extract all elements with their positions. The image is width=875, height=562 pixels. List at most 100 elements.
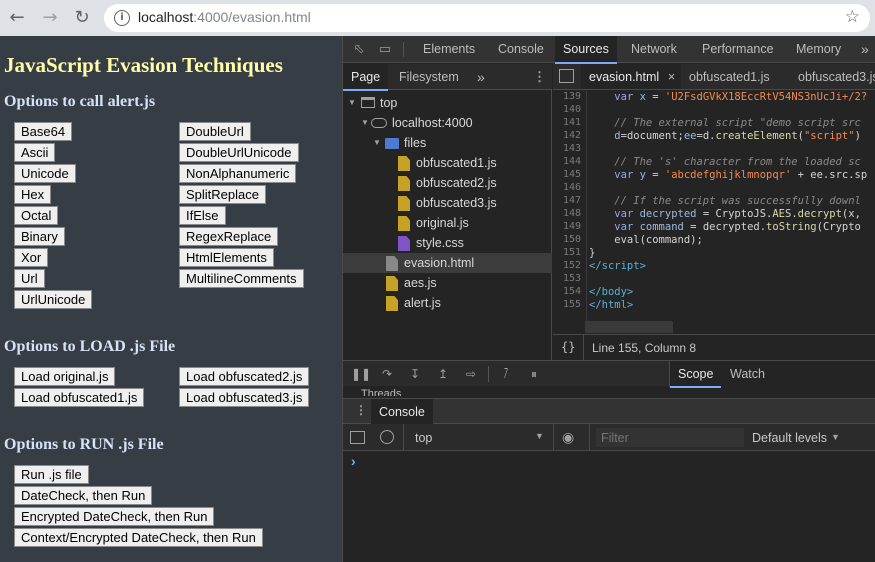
editor-tab-obfuscated1[interactable]: obfuscated1.js <box>681 64 778 89</box>
pause-icon[interactable]: ❚❚ <box>351 366 371 382</box>
tab-network[interactable]: Network <box>623 36 685 63</box>
drawer-tab-console[interactable]: Console <box>371 399 433 426</box>
step-over-icon[interactable]: ↷ <box>379 366 395 382</box>
line-gutter[interactable]: 139 140 141 142 143 144 145 146 147 148 … <box>553 91 587 321</box>
log-levels-dropdown[interactable]: Default levels <box>752 431 827 445</box>
step-into-icon[interactable]: ↧ <box>407 366 423 382</box>
regexreplace-button[interactable]: RegexReplace <box>179 227 279 246</box>
editor-tab-obfuscated3[interactable]: obfuscated3.js <box>790 64 875 89</box>
multilinecomments-button[interactable]: MultilineComments <box>179 269 304 288</box>
tab-watch[interactable]: Watch <box>722 361 773 387</box>
console-sidebar-icon[interactable] <box>350 431 365 444</box>
code-line: var x = 'U2FsdGVkX18EccRtV54NS3nUcJi+/2? <box>614 91 868 103</box>
load-original-button[interactable]: Load original.js <box>14 367 116 386</box>
address-bar[interactable]: i localhost:4000/evasion.html ☆ <box>104 4 870 32</box>
tree-label: obfuscated1.js <box>416 156 497 170</box>
tree-item-aes[interactable]: aes.js <box>343 273 552 293</box>
navigator-tabbar: Page Filesystem » ⋮ <box>343 64 552 91</box>
xor-button[interactable]: Xor <box>14 248 49 267</box>
code-line: } <box>589 247 596 259</box>
run-js-button[interactable]: Run .js file <box>14 465 89 484</box>
tab-filesystem[interactable]: Filesystem <box>391 64 467 90</box>
editor-tab-evasion[interactable]: evasion.html × <box>581 64 682 89</box>
line-number: 150 <box>562 234 581 245</box>
code-line: var decrypted = CryptoJS.AES.decrypt(x, <box>614 208 861 220</box>
line-number: 143 <box>562 143 581 154</box>
pause-on-exceptions-icon[interactable]: ⏸ <box>526 366 542 382</box>
tree-item-localhost[interactable]: ▼ localhost:4000 <box>343 113 552 133</box>
device-toolbar-icon[interactable]: ▭ <box>377 41 393 57</box>
doubleurl-button[interactable]: DoubleUrl <box>179 122 251 141</box>
ifelse-button[interactable]: IfElse <box>179 206 226 225</box>
back-arrow-icon[interactable]: ← <box>5 6 29 30</box>
tab-memory[interactable]: Memory <box>788 36 849 63</box>
more-tabs-icon[interactable]: » <box>853 36 875 63</box>
load-obfuscated2-button[interactable]: Load obfuscated2.js <box>179 367 310 386</box>
threads-section[interactable]: Threads <box>361 388 401 396</box>
tree-item-obfuscated3[interactable]: obfuscated3.js <box>343 193 552 213</box>
info-icon[interactable]: i <box>114 10 130 26</box>
tab-page[interactable]: Page <box>343 64 389 91</box>
hex-button[interactable]: Hex <box>14 185 52 204</box>
context-encrypted-datecheck-run-button[interactable]: Context/Encrypted DateCheck, then Run <box>14 528 263 547</box>
tab-scope[interactable]: Scope <box>670 361 722 388</box>
doubleurlunicode-button[interactable]: DoubleUrlUnicode <box>179 143 299 162</box>
tab-performance[interactable]: Performance <box>694 36 782 63</box>
tree-item-alert[interactable]: alert.js <box>343 293 552 313</box>
bookmark-star-icon[interactable]: ☆ <box>845 7 860 27</box>
tab-sources[interactable]: Sources <box>555 36 617 64</box>
base64-button[interactable]: Base64 <box>14 122 73 141</box>
tree-item-original[interactable]: original.js <box>343 213 552 233</box>
reload-icon[interactable]: ↻ <box>70 6 94 30</box>
octal-button[interactable]: Octal <box>14 206 59 225</box>
console-output[interactable]: › <box>343 451 875 562</box>
tree-item-obfuscated2[interactable]: obfuscated2.js <box>343 173 552 193</box>
tree-item-style[interactable]: style.css <box>343 233 552 253</box>
context-selector[interactable]: top <box>415 431 432 445</box>
eye-icon[interactable]: ◉ <box>562 429 574 446</box>
load-obfuscated1-button[interactable]: Load obfuscated1.js <box>14 388 145 407</box>
ascii-button[interactable]: Ascii <box>14 143 56 162</box>
tab-console[interactable]: Console <box>490 36 552 63</box>
drawer-menu-icon[interactable]: ⋮ <box>355 403 367 417</box>
step-out-icon[interactable]: ↥ <box>435 366 451 382</box>
expand-triangle-icon[interactable]: ▼ <box>348 93 356 113</box>
kebab-menu-icon[interactable]: ⋮ <box>533 69 546 85</box>
html-file-icon <box>386 256 398 271</box>
expand-triangle-icon[interactable]: ▼ <box>373 133 381 153</box>
dropdown-arrow-icon[interactable]: ▼ <box>535 431 544 441</box>
tree-item-evasion[interactable]: evasion.html <box>343 253 552 273</box>
url-button[interactable]: Url <box>14 269 45 288</box>
line-number: 142 <box>562 130 581 141</box>
js-file-icon <box>386 296 398 311</box>
datecheck-run-button[interactable]: DateCheck, then Run <box>14 486 153 505</box>
clear-console-icon[interactable] <box>380 430 394 444</box>
filter-input[interactable] <box>596 428 744 447</box>
navigator-more-icon[interactable]: » <box>469 64 493 90</box>
line-number: 148 <box>562 208 581 219</box>
binary-button[interactable]: Binary <box>14 227 65 246</box>
horizontal-scrollbar[interactable] <box>585 321 673 333</box>
nonalphanumeric-button[interactable]: NonAlphanumeric <box>179 164 297 183</box>
step-icon[interactable]: ⇨ <box>463 366 479 382</box>
deactivate-breakpoints-icon[interactable]: ⧶ <box>498 366 514 382</box>
pretty-print-icon[interactable]: {} <box>561 340 575 354</box>
splitreplace-button[interactable]: SplitReplace <box>179 185 266 204</box>
tab-elements[interactable]: Elements <box>415 36 483 63</box>
close-tab-icon[interactable]: × <box>668 64 675 89</box>
tree-item-files[interactable]: ▼ files <box>343 133 552 153</box>
unicode-button[interactable]: Unicode <box>14 164 76 183</box>
dropdown-arrow-icon[interactable]: ▼ <box>831 432 840 442</box>
toggle-navigator-icon[interactable] <box>559 69 574 83</box>
tree-item-top[interactable]: ▼ top <box>343 93 552 113</box>
load-obfuscated3-button[interactable]: Load obfuscated3.js <box>179 388 310 407</box>
tree-item-obfuscated1[interactable]: obfuscated1.js <box>343 153 552 173</box>
expand-triangle-icon[interactable]: ▼ <box>361 113 369 133</box>
inspect-element-icon[interactable]: ⬁ <box>351 41 367 57</box>
urlunicode-button[interactable]: UrlUnicode <box>14 290 93 309</box>
code-area[interactable]: var x = 'U2FsdGVkX18EccRtV54NS3nUcJi+/2?… <box>589 91 875 321</box>
editor-tabbar: evasion.html × obfuscated1.js obfuscated… <box>553 64 875 90</box>
forward-arrow-icon[interactable]: → <box>38 6 62 30</box>
htmlelements-button[interactable]: HtmlElements <box>179 248 274 267</box>
encrypted-datecheck-run-button[interactable]: Encrypted DateCheck, then Run <box>14 507 215 526</box>
